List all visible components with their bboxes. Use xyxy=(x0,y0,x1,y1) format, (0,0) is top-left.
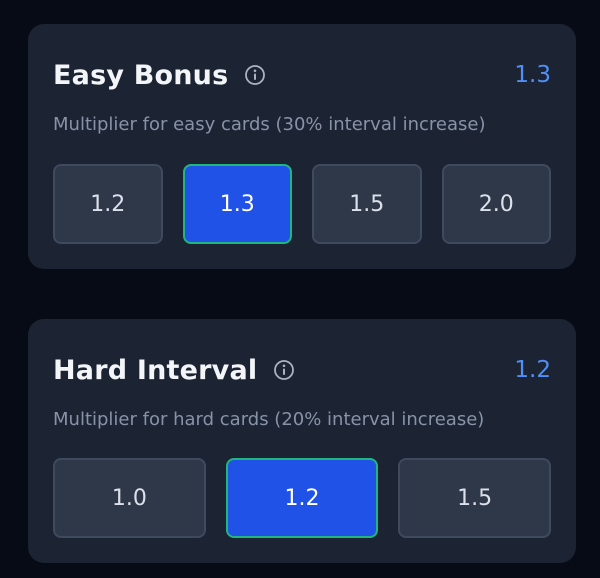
easy-bonus-option-1-3[interactable]: 1.3 xyxy=(182,164,292,244)
easy-bonus-header: Easy Bonus 1.3 xyxy=(53,57,551,93)
easy-bonus-card: Easy Bonus 1.3 Multiplier for easy cards… xyxy=(28,24,576,269)
info-icon[interactable] xyxy=(273,359,295,381)
easy-bonus-option-1-5[interactable]: 1.5 xyxy=(312,164,422,244)
hard-interval-title: Hard Interval xyxy=(53,354,258,386)
easy-bonus-options: 1.2 1.3 1.5 2.0 xyxy=(53,164,551,244)
info-icon[interactable] xyxy=(244,64,266,86)
hard-interval-value: 1.2 xyxy=(514,357,551,383)
hard-interval-option-1-5[interactable]: 1.5 xyxy=(398,458,552,538)
hard-interval-header: Hard Interval 1.2 xyxy=(53,352,551,388)
easy-bonus-description: Multiplier for easy cards (30% interval … xyxy=(53,114,486,135)
hard-interval-option-1-2[interactable]: 1.2 xyxy=(225,458,379,538)
hard-interval-option-1-0[interactable]: 1.0 xyxy=(53,458,206,538)
easy-bonus-title: Easy Bonus xyxy=(53,59,229,91)
easy-bonus-value: 1.3 xyxy=(514,62,551,88)
easy-bonus-option-2-0[interactable]: 2.0 xyxy=(441,164,551,244)
hard-interval-description: Multiplier for hard cards (20% interval … xyxy=(53,409,485,430)
hard-interval-card: Hard Interval 1.2 Multiplier for hard ca… xyxy=(28,319,576,563)
easy-bonus-option-1-2[interactable]: 1.2 xyxy=(53,164,163,244)
hard-interval-options: 1.0 1.2 1.5 xyxy=(53,458,552,538)
